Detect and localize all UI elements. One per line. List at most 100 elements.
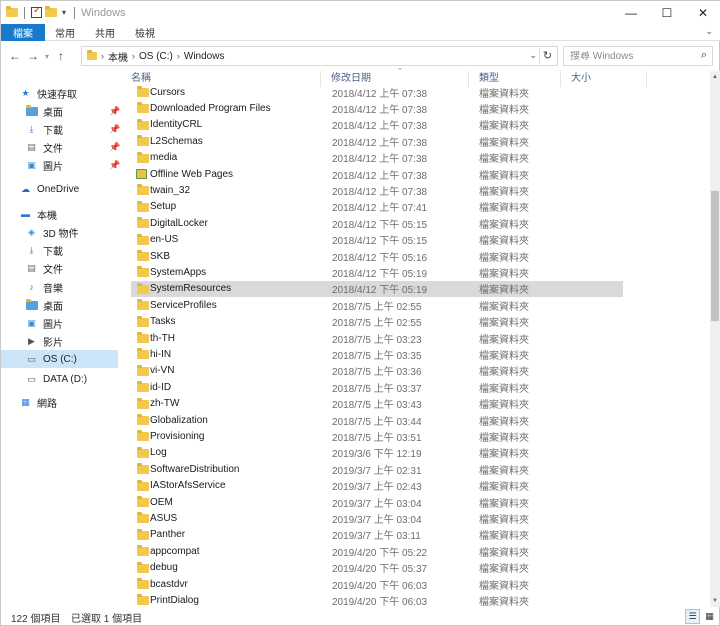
drive-icon: ▭ [27,373,36,384]
file-row[interactable]: SoftwareDistribution 2019/3/7 上午 02:31 檔案資… [131,461,623,477]
file-name: SKB [150,250,171,262]
file-name: Setup [150,201,177,213]
maximize-button[interactable]: ☐ [649,1,685,24]
tab-view[interactable]: 檢視 [125,24,165,41]
file-row[interactable]: twain_32 2018/4/12 上午 07:38 檔案資料夾 [131,182,623,198]
scrollbar-thumb[interactable] [711,191,719,321]
pin-icon[interactable]: 📌 [109,142,120,153]
file-row[interactable]: Setup 2018/4/12 上午 07:41 檔案資料夾 [131,199,623,215]
file-type: 檔案資料夾 [479,186,529,198]
tab-file[interactable]: 檔案 [1,24,45,41]
nav-item-desktop[interactable]: 桌面 [25,296,63,314]
customize-toolbar-icon[interactable]: ▾ [60,8,68,17]
nav-item-desktop-pinned[interactable]: 桌面 📌 [25,102,120,120]
file-row[interactable]: Globalization 2018/7/5 上午 03:44 檔案資料夾 [131,412,623,428]
scroll-up-arrow-icon[interactable]: ▲ [710,71,720,83]
tab-share[interactable]: 共用 [85,24,125,41]
file-row[interactable]: SystemResources 2018/4/12 下午 05:19 檔案資料夾 [131,280,623,297]
nav-item-pictures-pinned[interactable]: ▣ 圖片 📌 [25,156,120,174]
breadcrumb-this-pc[interactable]: 本機 [104,49,132,64]
file-modified-date: 2018/7/5 上午 03:37 [332,383,422,395]
nav-item-3d-objects[interactable]: ◈ 3D 物件 [25,223,79,241]
nav-item-onedrive[interactable]: ☁ OneDrive [19,180,79,198]
nav-item-network[interactable]: ▦ 網路 [19,393,57,411]
file-row[interactable]: Cursors 2018/4/12 上午 07:38 檔案資料夾 [131,84,623,100]
pin-icon[interactable]: 📌 [109,124,120,135]
3d-objects-icon: ◈ [28,226,35,237]
file-row[interactable]: IdentityCRL 2018/4/12 上午 07:38 檔案資料夾 [131,117,623,133]
nav-item-data-drive[interactable]: ▭ DATA (D:) [25,370,87,388]
file-row[interactable]: SystemApps 2018/4/12 下午 05:19 檔案資料夾 [131,264,623,280]
details-view-icon[interactable]: ☰ [685,609,700,624]
new-folder-icon[interactable] [45,6,57,17]
file-row[interactable]: Offline Web Pages 2018/4/12 上午 07:38 檔案資料夾 [131,166,623,182]
large-icons-view-icon[interactable]: ▦ [702,609,717,624]
address-bar[interactable]: › 本機 › OS (C:) › Windows ⌄ ↻ [81,46,558,66]
breadcrumb-windows[interactable]: Windows [180,51,229,62]
nav-item-videos[interactable]: ▶ 影片 [25,332,63,350]
properties-icon[interactable] [31,5,42,18]
file-type: 檔案資料夾 [479,580,529,592]
file-row[interactable]: PrintDialog 2019/4/20 下午 06:03 檔案資料夾 [131,592,623,607]
up-arrow-icon[interactable]: ↑ [52,49,70,63]
file-type: 檔案資料夾 [479,104,529,116]
nav-item-documents-pinned[interactable]: ▤ 文件 📌 [25,138,120,156]
nav-item-music[interactable]: ♪ 音樂 [25,278,63,296]
nav-item-downloads[interactable]: ⤓ 下載 [25,241,64,259]
nav-item-downloads-pinned[interactable]: ⤓ 下載 📌 [25,120,121,138]
download-folder-icon: ⤓ [29,244,34,255]
file-row[interactable]: DigitalLocker 2018/4/12 下午 05:15 檔案資料夾 [131,215,623,231]
vertical-scrollbar[interactable]: ▲ ▼ [710,71,720,607]
file-row[interactable]: Tasks 2018/7/5 上午 02:55 檔案資料夾 [131,314,623,330]
file-row[interactable]: SKB 2018/4/12 下午 05:16 檔案資料夾 [131,248,623,264]
divider [74,6,75,19]
back-arrow-icon[interactable]: ← [6,49,24,63]
file-modified-date: 2018/4/12 下午 05:16 [332,252,428,264]
file-row[interactable]: Provisioning 2018/7/5 上午 03:51 檔案資料夾 [131,428,623,444]
recent-locations-chevron-icon[interactable]: ▾ [42,52,52,61]
file-row[interactable]: ASUS 2019/3/7 上午 03:04 檔案資料夾 [131,510,623,526]
file-row[interactable]: L2Schemas 2018/4/12 上午 07:38 檔案資料夾 [131,133,623,149]
nav-item-os-drive[interactable]: ▭ OS (C:) [1,350,118,368]
address-dropdown-chevron-icon[interactable]: ⌄ [529,50,537,61]
scroll-down-arrow-icon[interactable]: ▼ [710,595,720,607]
file-name: L2Schemas [150,135,203,147]
file-row[interactable]: appcompat 2019/4/20 下午 05:22 檔案資料夾 [131,543,623,559]
search-box[interactable]: ⌕ [563,46,713,66]
file-row[interactable]: ServiceProfiles 2018/7/5 上午 02:55 檔案資料夾 [131,297,623,313]
expand-ribbon-icon[interactable]: ⌄ [705,26,713,37]
file-row[interactable]: th-TH 2018/7/5 上午 03:23 檔案資料夾 [131,330,623,346]
file-row[interactable]: vi-VN 2018/7/5 上午 03:36 檔案資料夾 [131,363,623,379]
file-row[interactable]: bcastdvr 2019/4/20 下午 06:03 檔案資料夾 [131,576,623,592]
pictures-folder-icon: ▣ [27,159,36,170]
file-row[interactable]: Panther 2019/3/7 上午 03:11 檔案資料夾 [131,527,623,543]
file-row[interactable]: OEM 2019/3/7 上午 03:04 檔案資料夾 [131,494,623,510]
nav-item-documents[interactable]: ▤ 文件 [25,259,63,277]
file-row[interactable]: Log 2019/3/6 下午 12:19 檔案資料夾 [131,445,623,461]
breadcrumb-os-drive[interactable]: OS (C:) [135,51,177,62]
file-row[interactable]: IAStorAfsService 2019/3/7 上午 02:43 檔案資料夾 [131,478,623,494]
tab-home[interactable]: 常用 [45,24,85,41]
refresh-icon[interactable]: ↻ [539,48,555,64]
nav-item-pictures[interactable]: ▣ 圖片 [25,314,63,332]
file-row[interactable]: hi-IN 2018/7/5 上午 03:35 檔案資料夾 [131,346,623,362]
nav-item-label: 音樂 [43,283,63,295]
file-row[interactable]: debug 2019/4/20 下午 05:37 檔案資料夾 [131,560,623,576]
pin-icon[interactable]: 📌 [109,106,120,117]
nav-item-this-pc[interactable]: ▬ 本機 [19,205,57,223]
file-row[interactable]: en-US 2018/4/12 下午 05:15 檔案資料夾 [131,232,623,248]
search-icon[interactable]: ⌕ [701,49,707,62]
file-row[interactable]: zh-TW 2018/7/5 上午 03:43 檔案資料夾 [131,396,623,412]
pin-icon[interactable]: 📌 [109,160,120,171]
nav-item-quick-access[interactable]: ★ 快速存取 [19,84,77,102]
minimize-button[interactable]: — [613,1,649,24]
file-row[interactable]: media 2018/4/12 上午 07:38 檔案資料夾 [131,150,623,166]
forward-arrow-icon[interactable]: → [24,49,42,63]
file-modified-date: 2019/3/7 上午 03:04 [332,498,422,510]
file-row[interactable]: id-ID 2018/7/5 上午 03:37 檔案資料夾 [131,379,623,395]
close-button[interactable]: ✕ [685,1,720,24]
file-modified-date: 2018/4/12 上午 07:38 [332,104,428,116]
search-input[interactable] [570,50,690,62]
file-row[interactable]: Downloaded Program Files 2018/4/12 上午 07:… [131,100,623,116]
folder-icon [137,332,149,343]
